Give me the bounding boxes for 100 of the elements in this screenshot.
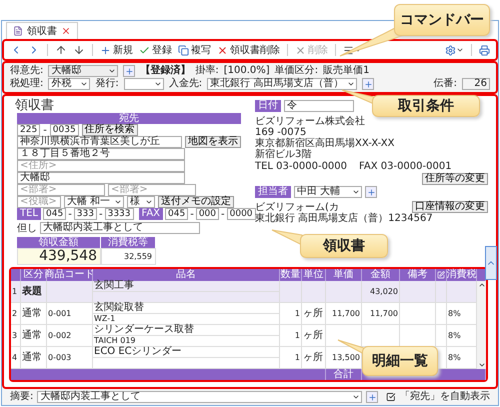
copy-icon [178,44,189,56]
table-cell: 8% [447,347,477,369]
new-button[interactable]: 新規 [98,42,135,58]
copy-button[interactable]: 複写 [176,42,213,58]
close-icon[interactable] [61,26,71,36]
add-button[interactable] [366,391,378,403]
cross-icon [295,44,306,56]
field-label: 税処理: [10,78,44,90]
column-header: 単位 [302,269,326,281]
scroll-up-button[interactable] [485,246,497,280]
column-header: 数量 [280,269,302,281]
note-field[interactable]: 大幡邸内装工事として [40,222,200,234]
row-number: 3 [11,325,21,347]
arrow-up-icon [55,44,67,56]
delete-doc-button[interactable]: 領収書削除 [215,42,282,58]
show-map-button[interactable]: 地図を表示 [185,136,241,148]
tel-label: TEL [17,208,41,220]
number-field[interactable]: 225 [17,124,40,136]
number-field[interactable]: 0035 [50,124,79,136]
separator-text: - [98,208,103,220]
number-field[interactable]: 333 [74,208,97,220]
table-cell: 0-003 [47,347,93,369]
table-cell: 0-001 [47,303,93,325]
tax-value: 32,559 [101,248,156,265]
table-cell [280,281,302,303]
add-button[interactable] [365,186,377,198]
plus-icon [368,392,377,402]
settings-icon [445,44,456,56]
plus-icon [100,44,111,56]
plus-icon [366,188,376,196]
table-cell: TAICH 019 [93,336,280,347]
row-number: 1 [11,281,21,303]
table-cell: シリンダーケース取替 [93,325,280,336]
table-cell [400,303,436,325]
separator-text: - [190,208,194,220]
customer-dropdown[interactable]: 大幡邸 [48,65,118,77]
number-field[interactable]: 045 [165,208,188,220]
table-cell: 1 [280,347,302,369]
receipt-title: 領収書 [15,98,55,113]
separator-text: - [221,208,225,220]
checkbox[interactable] [386,392,396,402]
caret-icon [145,198,153,206]
scrollbar[interactable] [477,281,486,369]
table-cell [326,281,362,303]
company-tel: TEL 03-0000-0000 [255,160,348,172]
save-button[interactable]: 登録 [137,42,174,58]
add-button[interactable] [362,78,374,90]
chevron-down-icon [478,361,486,369]
column-header: 商品コード [47,269,93,281]
name-field[interactable]: 大幡邸 [17,172,185,184]
address-field[interactable]: １８丁目５番地２号 [17,148,185,160]
caret-icon [456,46,464,54]
deposit-dropdown[interactable]: 東北銀行 高田馬場支店（普） [207,78,358,90]
table-cell [436,281,447,303]
issue-dropdown[interactable] [124,78,164,90]
change-account-button[interactable]: 口座情報の変更 [412,201,488,213]
caret-icon [114,198,122,206]
table-cell [302,281,326,303]
slip-number-field[interactable]: 26 [462,78,490,90]
check-icon [139,44,150,56]
number-field[interactable]: 0000 [226,208,256,220]
number-field[interactable]: 000 [196,208,220,220]
table-cell [436,303,447,325]
header-cell [477,269,486,281]
tax-dropdown[interactable]: 外税 [48,78,90,90]
row-number: 2 [11,303,21,325]
print-button[interactable] [477,43,492,57]
column-header: 備考 [400,269,436,281]
company-building: 新宿ビル3階 [255,149,312,160]
staff-dropdown[interactable]: 中田 大輔 [294,186,362,198]
address-field[interactable]: 神奈川県横浜市青葉区美しが丘 [17,136,182,148]
person-dropdown[interactable]: 大幡 和一 [64,196,124,208]
document-tab[interactable]: 領収書 [6,22,78,39]
summary-dropdown[interactable]: 大幡邸内装工事として [37,391,362,403]
number-field[interactable]: 3333 [104,208,134,220]
add-button[interactable] [123,65,136,77]
amount-header: 領収金額 [17,237,101,248]
address-search-button[interactable]: 住所を検索 [82,124,138,136]
memo-settings-button[interactable]: 送付メモの設定 [158,196,234,208]
field-label: 発行: [95,78,119,90]
field-label: 伝番: [434,78,457,90]
callout: 取引条件 [372,95,480,117]
callout: 領収書 [300,234,388,258]
table-cell: 玄関錠取替 [93,303,280,314]
callout: コマンドバー [394,4,490,36]
table-cell [47,281,93,303]
caret-icon [80,80,88,88]
table-cell [362,325,400,347]
table-cell: 43,020 [362,281,400,303]
caret-icon [347,80,356,88]
change-address-button[interactable]: 住所等の変更 [422,173,488,185]
bank-account: 東北銀行 高田馬場支店（普）1234567 [255,213,434,224]
row-number: 4 [11,347,21,369]
fax-label: FAX [138,208,164,220]
price-class-text: 販売単価1 [323,65,370,77]
honorific-dropdown[interactable]: 様 [127,196,155,208]
number-field[interactable]: 045 [43,208,66,220]
cross-icon [217,44,228,56]
staff-label: 担当者 [255,186,291,198]
date-field[interactable]: 令 [284,100,354,112]
